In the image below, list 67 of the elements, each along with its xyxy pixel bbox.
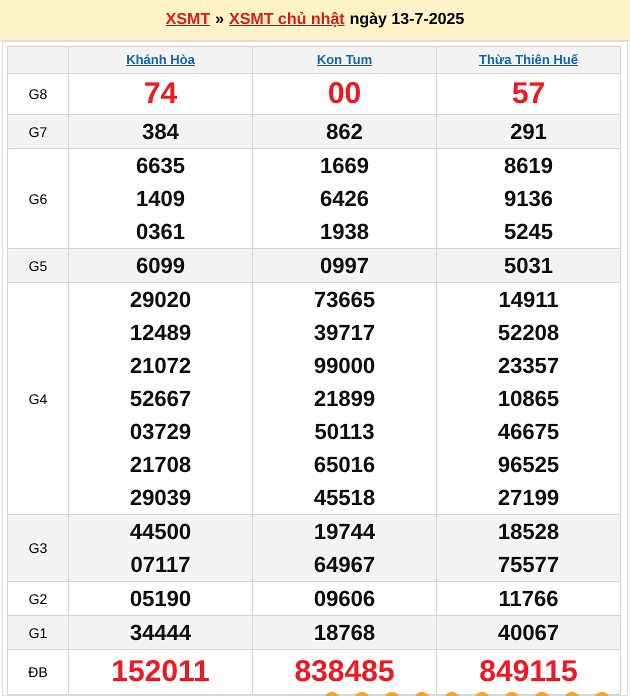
result-number: 39717 xyxy=(312,319,376,347)
result-number: 03729 xyxy=(128,418,192,446)
prize-label: G3 xyxy=(8,514,68,582)
result-number: 00 xyxy=(326,76,362,112)
result-number: 1938 xyxy=(319,218,370,246)
result-number: 21899 xyxy=(312,385,376,413)
result-number: 52667 xyxy=(128,385,192,413)
result-number: 18768 xyxy=(312,619,376,647)
result-number: 9136 xyxy=(503,185,554,213)
result-number: 34444 xyxy=(128,619,192,647)
prize-label: G4 xyxy=(8,282,68,514)
result-number: 21072 xyxy=(128,352,192,380)
prize-label: G7 xyxy=(8,114,68,148)
result-number: 96525 xyxy=(496,451,560,479)
result-number: 09606 xyxy=(312,585,376,613)
result-number: 0361 xyxy=(135,218,186,246)
result-number: 6426 xyxy=(319,185,370,213)
result-number: 40067 xyxy=(496,619,560,647)
result-number: 45518 xyxy=(312,484,376,512)
result-number: 11766 xyxy=(498,585,560,613)
result-number: 29020 xyxy=(128,286,192,314)
result-number: 12489 xyxy=(128,319,192,347)
result-number: 6635 xyxy=(135,152,186,180)
result-number: 862 xyxy=(325,118,364,146)
result-number: 849115 xyxy=(478,654,579,690)
prize-label: ĐB xyxy=(8,650,68,694)
result-number: 8619 xyxy=(503,152,554,180)
result-number: 18528 xyxy=(496,518,560,546)
result-number: 5245 xyxy=(503,218,554,246)
result-number: 27199 xyxy=(496,484,560,512)
result-number: 1409 xyxy=(135,185,186,213)
result-number: 44500 xyxy=(128,518,192,546)
province-link[interactable]: Thừa Thiên Huế xyxy=(479,52,578,67)
result-number: 64967 xyxy=(312,551,376,579)
result-number: 29039 xyxy=(128,484,192,512)
draw-date: ngày 13-7-2025 xyxy=(350,11,464,29)
result-number: 99000 xyxy=(312,352,376,380)
result-number: 65016 xyxy=(312,451,376,479)
result-number: 14911 xyxy=(498,286,560,314)
result-number: 74 xyxy=(142,76,178,112)
result-number: 21708 xyxy=(128,451,192,479)
result-number: 05190 xyxy=(128,585,192,613)
result-number: 838485 xyxy=(293,654,396,690)
result-number: 1669 xyxy=(319,152,370,180)
prize-label: G5 xyxy=(8,248,68,282)
result-number: 10865 xyxy=(496,385,560,413)
result-number: 73665 xyxy=(312,286,376,314)
result-number: 5031 xyxy=(503,252,554,280)
result-number: 75577 xyxy=(496,551,560,579)
result-number: 46675 xyxy=(496,418,560,446)
result-number: 0997 xyxy=(319,252,370,280)
result-number: 23357 xyxy=(496,352,560,380)
result-number: 07117 xyxy=(130,551,192,579)
result-number: 50113 xyxy=(314,418,376,446)
result-number: 291 xyxy=(509,118,548,146)
result-number: 152011 xyxy=(110,654,211,690)
result-number: 57 xyxy=(510,76,546,112)
province-link[interactable]: Khánh Hòa xyxy=(126,52,195,67)
xsmt-link[interactable]: XSMT xyxy=(166,11,210,29)
result-number: 52208 xyxy=(496,319,560,347)
result-number: 384 xyxy=(141,118,180,146)
xsmt-sunday-link[interactable]: XSMT chủ nhật xyxy=(229,11,345,29)
result-number: 6099 xyxy=(135,252,186,280)
result-number: 19744 xyxy=(312,518,376,546)
prize-label: G1 xyxy=(8,616,68,650)
province-link[interactable]: Kon Tum xyxy=(316,52,372,67)
breadcrumb-separator: » xyxy=(215,11,224,29)
